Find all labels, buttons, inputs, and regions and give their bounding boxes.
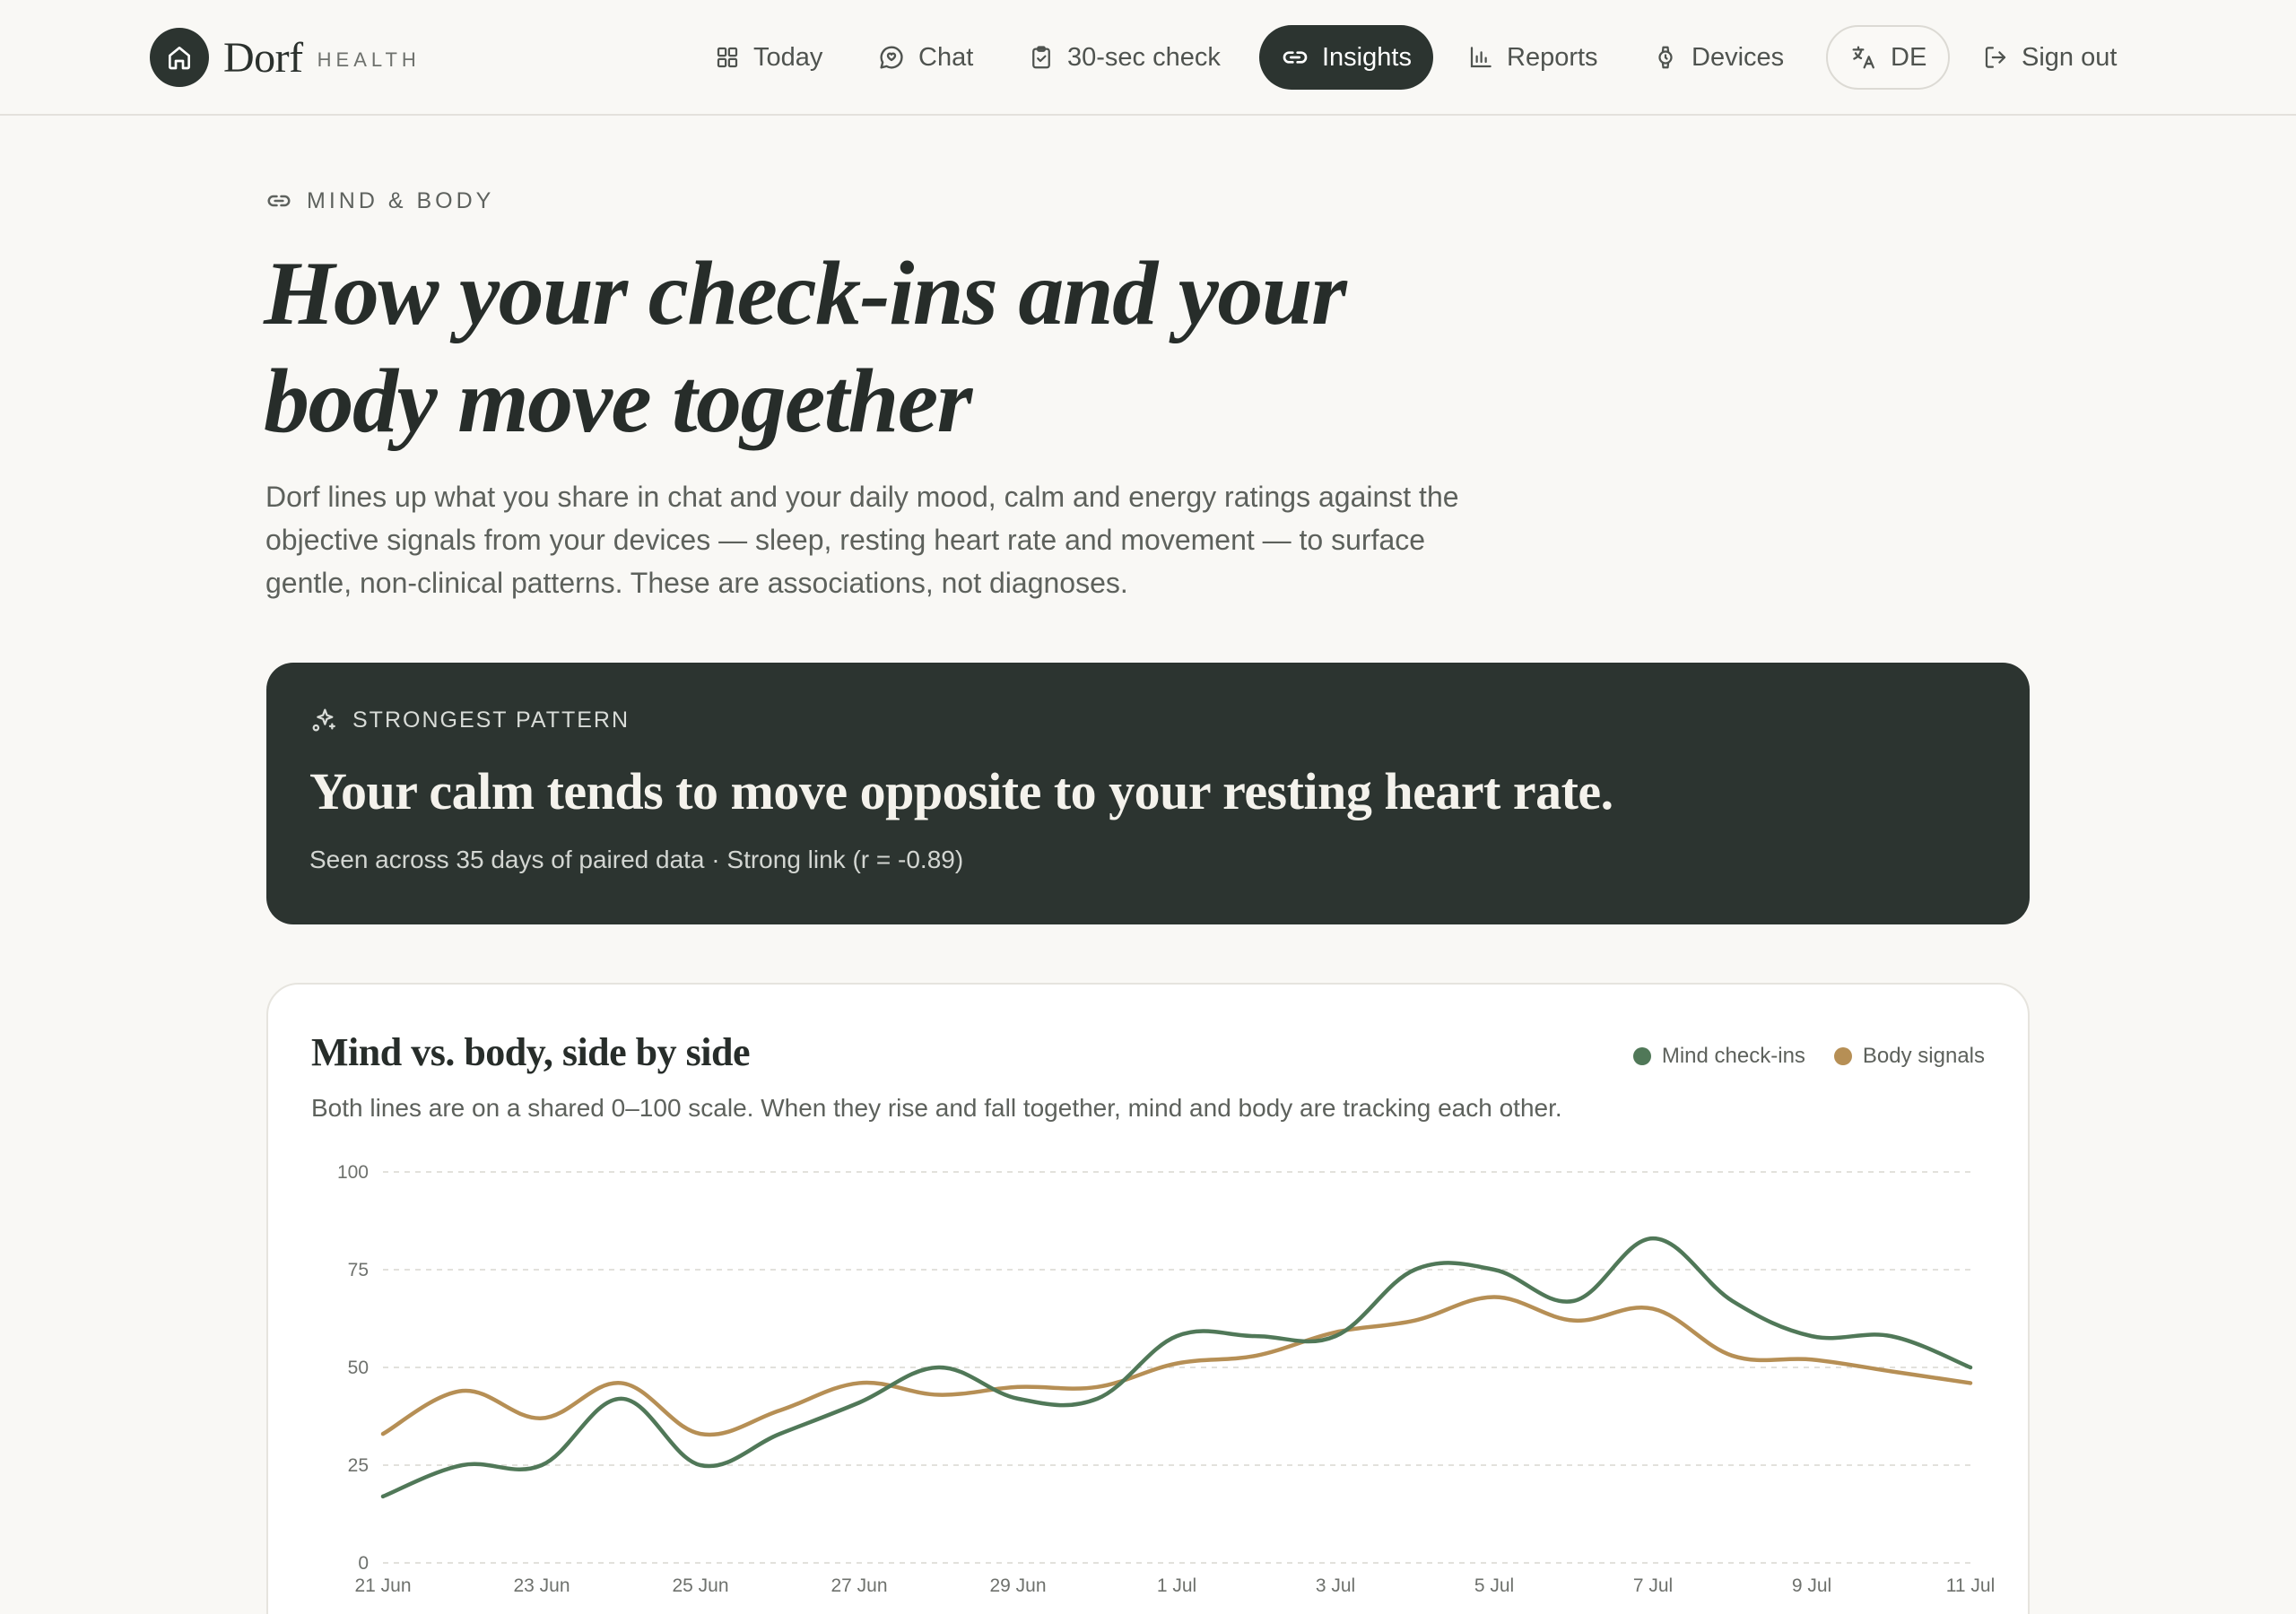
pattern-eyebrow: STRONGEST PATTERN — [309, 706, 630, 734]
main-nav: Today Chat 30-sec check Insights Reports… — [0, 25, 2296, 90]
nav-today[interactable]: Today — [714, 25, 822, 90]
x-tick-label: 27 Jun — [831, 1575, 887, 1596]
x-tick-label: 5 Jul — [1474, 1575, 1514, 1596]
strongest-pattern-card: STRONGEST PATTERN Your calm tends to mov… — [266, 663, 2030, 924]
nav-devices-label: Devices — [1692, 42, 1785, 72]
sign-out-label: Sign out — [2022, 42, 2118, 72]
y-tick-label: 25 — [348, 1455, 369, 1476]
x-tick-label: 21 Jun — [354, 1575, 411, 1596]
link-icon — [267, 195, 291, 207]
x-tick-label: 25 Jun — [672, 1575, 728, 1596]
grid-icon — [717, 47, 738, 68]
nav-insights-label: Insights — [1322, 42, 1412, 72]
x-tick-label: 9 Jul — [1792, 1575, 1831, 1596]
page-title: How your check-ins and your body move to… — [264, 243, 1347, 452]
x-tick-label: 3 Jul — [1316, 1575, 1355, 1596]
pattern-headline: Your calm tends to move opposite to your… — [309, 762, 1613, 820]
y-tick-label: 0 — [358, 1553, 369, 1574]
y-tick-label: 100 — [337, 1162, 369, 1183]
eyebrow-label: MIND & BODY — [307, 187, 495, 213]
chat-bubble-icon — [880, 46, 903, 69]
mind-body-chart-card: Mind vs. body, side by side Mind check-i… — [266, 983, 2030, 1614]
x-tick-label: 1 Jul — [1157, 1575, 1196, 1596]
nav-chat-label: Chat — [918, 42, 974, 72]
nav-reports[interactable]: Reports — [1467, 25, 1598, 90]
y-tick-label: 50 — [348, 1358, 369, 1378]
sign-out-button[interactable]: Sign out — [1982, 25, 2117, 90]
y-tick-label: 75 — [348, 1260, 369, 1280]
language-switch[interactable]: DE — [1826, 25, 1951, 90]
nav-today-label: Today — [753, 42, 823, 72]
top-navigation-bar: Dorf HEALTH Today Chat 30-sec check Insi… — [0, 0, 2296, 116]
x-tick-label: 23 Jun — [513, 1575, 570, 1596]
mind-body-line-chart: 0 25 50 75 100 21 Jun 23 Jun 25 Jun 27 Jun 29 Jun… — [337, 1162, 1995, 1596]
link-icon — [1283, 51, 1308, 64]
x-tick-label: 7 Jul — [1633, 1575, 1673, 1596]
translate-icon — [1852, 46, 1874, 69]
nav-30-sec-check-label: 30-sec check — [1067, 42, 1221, 72]
sparkles-icon — [312, 708, 335, 732]
watch-icon — [1658, 46, 1673, 69]
bar-chart-icon — [1470, 47, 1492, 68]
x-tick-label: 29 Jun — [989, 1575, 1046, 1596]
nav-30-sec-check[interactable]: 30-sec check — [1028, 25, 1221, 90]
page-description: Dorf lines up what you share in chat and… — [265, 481, 1459, 599]
nav-insights[interactable]: Insights — [1259, 25, 1433, 90]
x-tick-label: 11 Jul — [1946, 1575, 1995, 1596]
sign-out-icon — [1985, 47, 2006, 68]
nav-devices[interactable]: Devices — [1652, 25, 1784, 90]
language-label: DE — [1891, 42, 1927, 72]
series-line-body-signals — [380, 1295, 1973, 1437]
clipboard-check-icon — [1032, 46, 1050, 69]
section-eyebrow: MIND & BODY — [265, 187, 494, 214]
nav-reports-label: Reports — [1507, 42, 1598, 72]
nav-chat[interactable]: Chat — [877, 25, 973, 90]
pattern-eyebrow-label: STRONGEST PATTERN — [352, 707, 631, 733]
pattern-meta: Seen across 35 days of paired data · Str… — [309, 846, 964, 873]
